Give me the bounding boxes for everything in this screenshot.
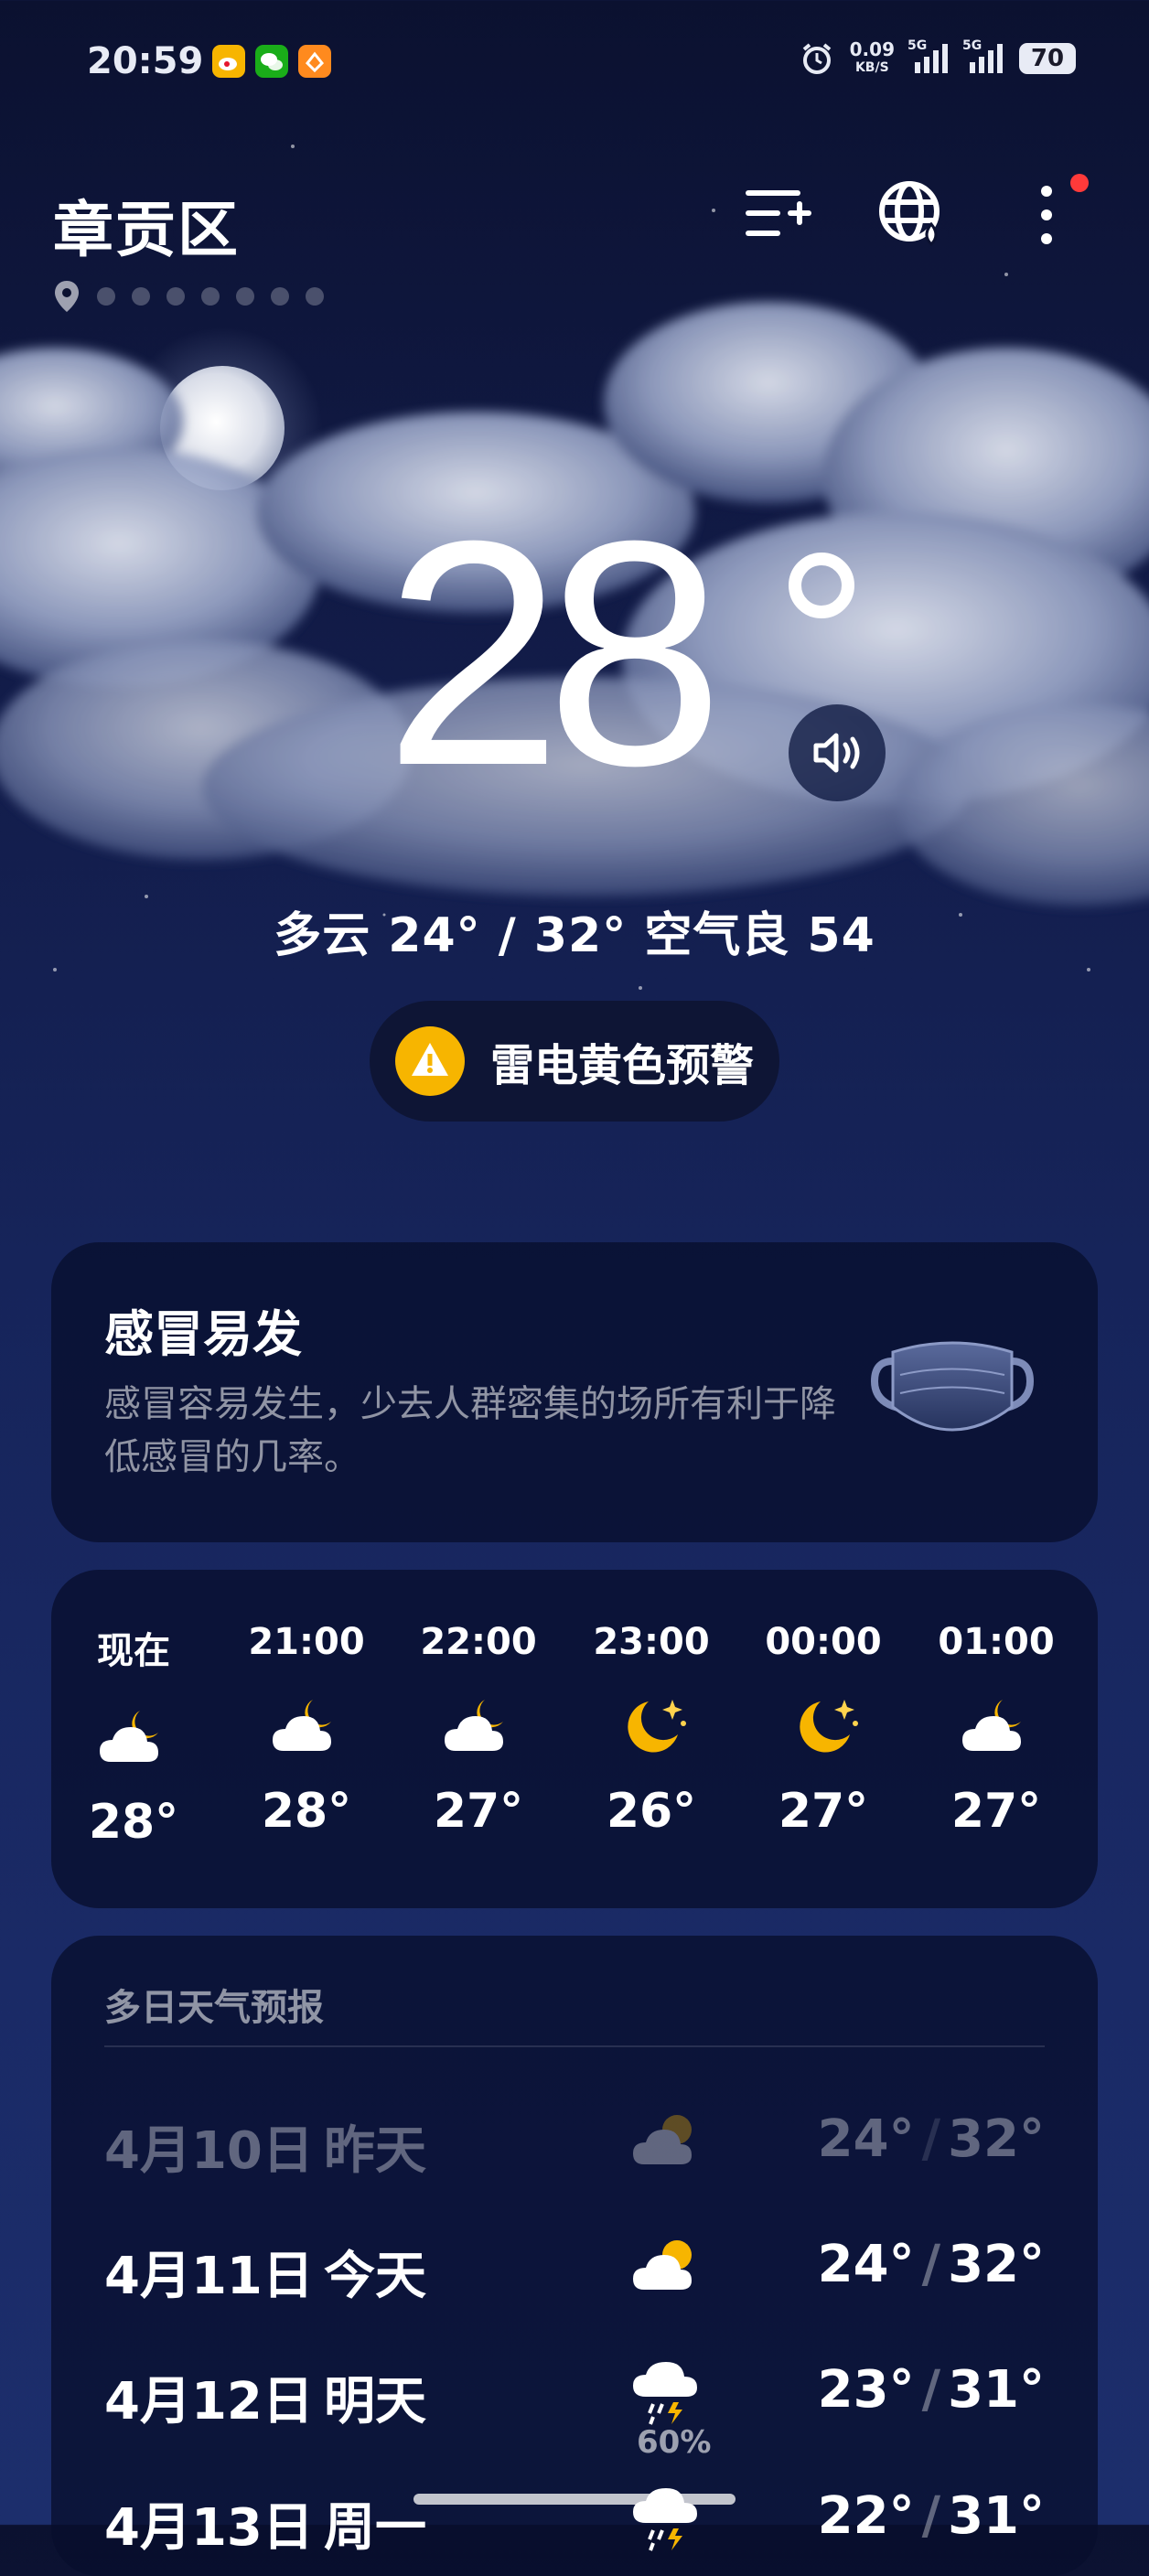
hourly-item: 23:00 26° — [569, 1621, 734, 1839]
health-tip-card[interactable]: 感冒易发 感冒容易发生，少去人群密集的场所有利于降低感冒的几率。 — [51, 1242, 1098, 1542]
manage-cities-button[interactable] — [741, 178, 814, 252]
speaker-icon — [813, 733, 860, 773]
page-dot — [97, 287, 115, 306]
hourly-item: 现在 28° — [51, 1621, 216, 1850]
global-weather-button[interactable] — [876, 178, 950, 252]
clock: 20:59 — [87, 40, 204, 82]
hour-label: 22:00 — [420, 1621, 537, 1663]
hourly-item: 01:00 27° — [914, 1621, 1079, 1839]
face-mask-icon — [870, 1341, 1035, 1432]
hourly-item: 21:00 28° — [224, 1621, 389, 1839]
forecast-day: 周一 — [324, 2498, 426, 2558]
weather-summary[interactable]: 多云 24° / 32° 空气良 54 — [0, 896, 1149, 965]
hour-temp: 28° — [261, 1784, 352, 1839]
page-dot — [271, 287, 289, 306]
cloudy-moon-icon — [962, 1700, 1021, 1751]
forecast-row[interactable]: 4月11日 今天 24°/32° — [104, 2215, 1045, 2315]
signal-sim1: 5G — [907, 38, 950, 75]
hour-temp: 27° — [950, 1784, 1042, 1839]
partly-cloudy-icon — [633, 2240, 692, 2290]
page-dot — [306, 287, 324, 306]
city-name[interactable]: 章贡区 — [53, 181, 240, 269]
add-city-icon — [746, 190, 811, 236]
page-dot — [132, 287, 150, 306]
forecast-date: 4月11日 — [104, 2247, 314, 2306]
hour-label: 21:00 — [248, 1621, 365, 1663]
status-indicators: 0.09 KB/S 5G 5G 70 — [799, 38, 1076, 77]
wechat-notification-icon — [255, 45, 288, 78]
tip-title: 感冒易发 — [104, 1305, 302, 1363]
thunderstorm-icon — [633, 2362, 697, 2425]
hour-label: 23:00 — [593, 1621, 710, 1663]
hour-temp: 27° — [778, 1784, 869, 1839]
degree-symbol — [789, 553, 854, 618]
page-dot — [201, 287, 220, 306]
hour-label: 01:00 — [938, 1621, 1055, 1663]
forecast-row[interactable]: 4月13日 周一 22°/31° — [104, 2466, 1045, 2567]
alarm-icon — [802, 43, 831, 74]
forecast-date: 4月10日 — [104, 2121, 314, 2181]
forecast-range: 22°/31° — [817, 2486, 1045, 2546]
battery-indicator: 70 — [1019, 43, 1076, 74]
forecast-date: 4月12日 — [104, 2372, 314, 2431]
hourly-item: 22:00 27° — [396, 1621, 561, 1839]
page-dot — [236, 287, 254, 306]
weibo-notification-icon — [212, 45, 245, 78]
signal-sim2: 5G — [962, 38, 1004, 75]
tip-description: 感冒容易发生，少去人群密集的场所有利于降低感冒的几率。 — [104, 1383, 836, 1478]
status-bar: 20:59 0.09 KB/S 5G 5G 70 — [0, 0, 1149, 128]
partly-cloudy-icon — [633, 2115, 692, 2164]
clear-night-icon — [800, 1700, 858, 1753]
location-page-indicator — [53, 279, 324, 314]
forecast-day: 明天 — [324, 2372, 426, 2431]
alert-label: 雷电黄色预警 — [490, 1040, 755, 1091]
hour-label: 00:00 — [765, 1621, 882, 1663]
clear-night-icon — [628, 1700, 686, 1753]
network-speed: 0.09 KB/S — [849, 38, 895, 75]
weather-alert-chip[interactable]: 雷电黄色预警 — [370, 1001, 779, 1122]
forecast-range: 23°/31° — [817, 2360, 1045, 2420]
current-temperature: 28 — [384, 475, 724, 832]
daily-forecast-card[interactable]: 多日天气预报 4月10日 昨天 24°/32° 4月11日 今天 24°/32°… — [51, 1936, 1098, 2576]
hour-label: 现在 — [97, 1630, 170, 1672]
divider — [104, 2045, 1045, 2047]
thunderstorm-icon — [633, 2488, 697, 2551]
forecast-row[interactable]: 4月12日 明天 60% 23°/31° — [104, 2340, 1045, 2461]
app-notification-icon — [298, 45, 331, 78]
forecast-title: 多日天气预报 — [104, 1987, 324, 2029]
forecast-date: 4月13日 — [104, 2498, 314, 2558]
cloudy-moon-icon — [273, 1700, 331, 1751]
forecast-row[interactable]: 4月10日 昨天 24°/32° — [104, 2089, 1045, 2190]
forecast-range: 24°/32° — [817, 2235, 1045, 2294]
cloudy-moon-icon — [100, 1711, 158, 1762]
precipitation-probability: 60% — [637, 2424, 712, 2461]
globe-icon — [879, 181, 940, 247]
voice-broadcast-button[interactable] — [789, 704, 886, 801]
forecast-day: 今天 — [324, 2247, 426, 2306]
cloudy-moon-icon — [445, 1700, 503, 1751]
home-gesture-bar[interactable] — [413, 2494, 736, 2505]
forecast-day: 昨天 — [324, 2121, 426, 2181]
hourly-forecast-card[interactable]: 现在 28° 21:00 28° 22:00 27° 23:00 26° 00:… — [51, 1570, 1098, 1908]
hourly-item: 00:00 27° — [741, 1621, 906, 1839]
location-pin-icon — [55, 281, 79, 312]
warning-icon — [395, 1026, 465, 1096]
hour-temp: 28° — [88, 1795, 179, 1850]
notification-dot — [1070, 174, 1089, 192]
forecast-range: 24°/32° — [817, 2109, 1045, 2169]
hour-temp: 27° — [433, 1784, 524, 1839]
hour-temp: 26° — [606, 1784, 697, 1839]
page-dot — [166, 287, 185, 306]
